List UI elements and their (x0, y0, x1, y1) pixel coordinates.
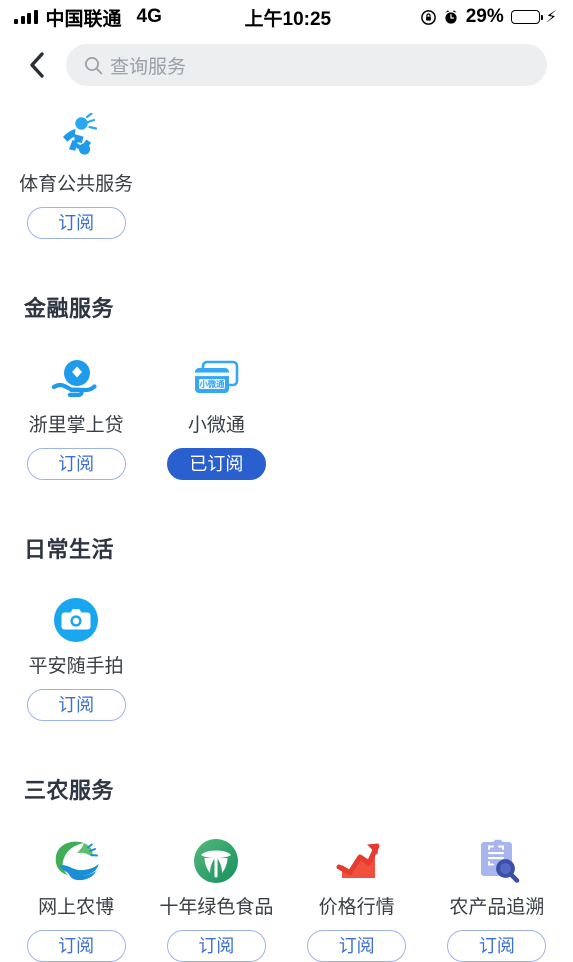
traceability-scan-icon (471, 835, 523, 887)
status-bar: 中国联通 4G 上午10:25 29% ⚡ (0, 0, 573, 34)
svg-text:小微通: 小微通 (199, 379, 226, 389)
service-item-snapshot[interactable]: 平安随手拍 订阅 (6, 594, 146, 721)
section-title-agriculture: 三农服务 (24, 778, 115, 803)
network-type-label: 4G (136, 6, 162, 27)
service-name: 浙里掌上贷 (28, 415, 124, 436)
service-item-sports[interactable]: 体育公共服务 订阅 (6, 112, 146, 239)
search-input[interactable]: 查询服务 (66, 44, 547, 86)
service-name: 网上农博 (38, 897, 115, 918)
leaf-wave-icon (50, 835, 102, 887)
service-item-traceability[interactable]: 农产品追溯 订阅 (427, 835, 567, 962)
price-chart-icon (331, 835, 383, 887)
subscribe-button[interactable]: 订阅 (26, 689, 126, 721)
charging-bolt-icon: ⚡ (545, 9, 557, 26)
subscribe-button[interactable]: 订阅 (166, 930, 266, 962)
section-finance: 金融服务 浙里掌上贷 订阅 小微通 小微通 已订阅 (0, 291, 573, 480)
page-header: 查询服务 (0, 34, 573, 96)
subscribe-button[interactable]: 订阅 (26, 930, 126, 962)
green-food-icon (190, 835, 242, 887)
grid-agriculture: 网上农博 订阅 十年绿色食品 订阅 价格行情 订阅 农产品追溯 订阅 (0, 835, 573, 962)
service-name: 小微通 (187, 415, 245, 436)
section-daily-life: 日常生活 平安随手拍 订阅 (0, 532, 573, 721)
subscribe-button[interactable]: 已订阅 (166, 448, 266, 480)
service-item-xiaoweitong[interactable]: 小微通 小微通 已订阅 (146, 353, 286, 480)
battery-icon (510, 10, 543, 24)
rotation-lock-icon (420, 9, 436, 25)
subscribe-button[interactable]: 订阅 (26, 207, 126, 239)
back-button[interactable] (22, 48, 52, 82)
clock-label: 上午10:25 (244, 8, 332, 30)
search-icon (85, 56, 103, 74)
camera-icon (50, 594, 102, 646)
status-bar-left: 中国联通 4G (14, 4, 162, 31)
battery-percent-label: 29% (465, 6, 504, 27)
hand-coin-icon (50, 353, 102, 405)
grid-sports: 体育公共服务 订阅 (0, 112, 573, 239)
section-agriculture: 三农服务 网上农博 订阅 十年绿色食品 订阅 价格行情 订阅 农产品追溯 订阅 (0, 773, 573, 962)
grid-finance: 浙里掌上贷 订阅 小微通 小微通 已订阅 (0, 353, 573, 480)
service-name: 农产品追溯 (449, 897, 545, 918)
alarm-icon (443, 9, 459, 25)
subscribe-button[interactable]: 订阅 (307, 930, 407, 962)
carrier-label: 中国联通 (45, 8, 122, 30)
credit-card-icon: 小微通 (190, 353, 242, 405)
signal-icon (14, 10, 38, 24)
status-bar-right: 29% ⚡ (420, 6, 557, 28)
service-name: 十年绿色食品 (159, 897, 274, 918)
subscribe-button[interactable]: 订阅 (447, 930, 547, 962)
service-item-online-agri-expo[interactable]: 网上农博 订阅 (6, 835, 146, 962)
service-item-price-trend[interactable]: 价格行情 订阅 (287, 835, 427, 962)
search-placeholder: 查询服务 (110, 56, 187, 78)
section-title-finance: 金融服务 (24, 296, 115, 321)
section-sports: 体育公共服务 订阅 (0, 96, 573, 239)
service-name: 价格行情 (318, 897, 395, 918)
chevron-left-icon (30, 52, 44, 78)
subscribe-button[interactable]: 订阅 (26, 448, 126, 480)
sports-runner-icon (50, 112, 102, 164)
service-item-green-food[interactable]: 十年绿色食品 订阅 (146, 835, 286, 962)
service-name: 平安随手拍 (28, 656, 124, 677)
service-item-loan[interactable]: 浙里掌上贷 订阅 (6, 353, 146, 480)
service-name: 体育公共服务 (19, 174, 134, 195)
grid-daily-life: 平安随手拍 订阅 (0, 594, 573, 721)
service-list: 体育公共服务 订阅 金融服务 浙里掌上贷 订阅 小微通 小微通 已订阅 日常生活… (0, 96, 573, 962)
section-title-daily-life: 日常生活 (24, 537, 115, 562)
